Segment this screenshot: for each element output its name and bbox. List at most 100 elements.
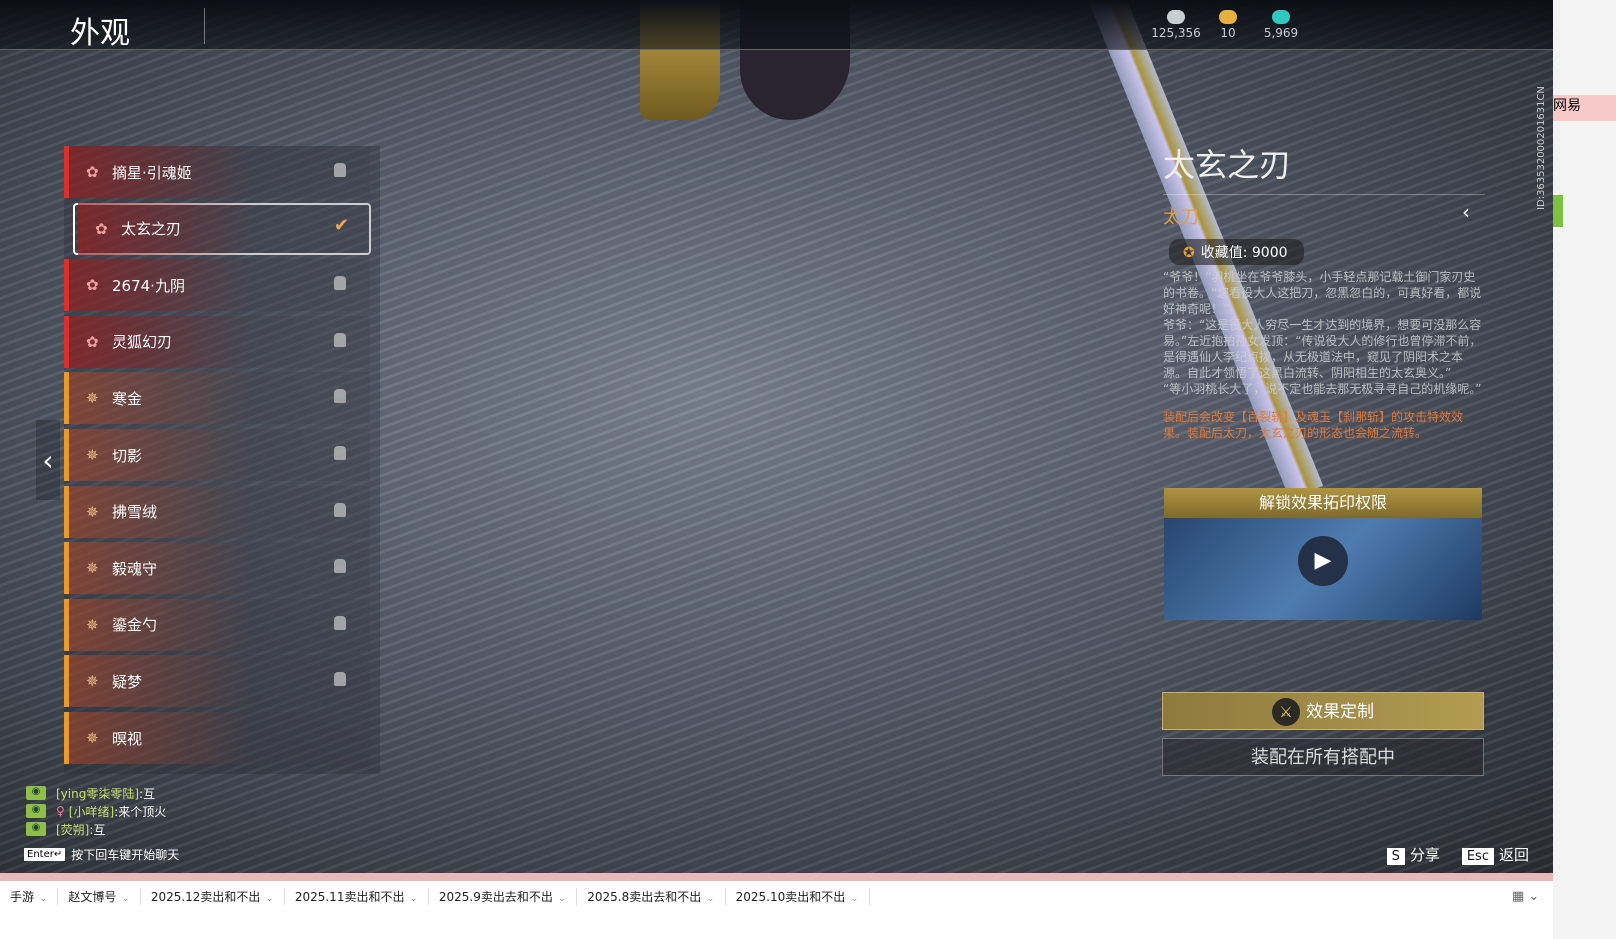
detail-panel: 太玄之刃 太刀 ✪ 收藏值: 9000 “爷爷！”羽桃坐在爷爷膝头，小手轻点那记载… (1163, 140, 1485, 441)
skin-list[interactable]: ✿ 摘星·引魂姬 ✿ 太玄之刃 ✔ ✿ 2674·九阴 ✿ 灵狐幻刃 ✵ 寒金 ✵ 切影 ✵ 拂雪绒 ✵ 毅魂守… (64, 146, 380, 774)
chat-message: ◉ [荧朔]:互 (26, 820, 166, 838)
skin-list-item[interactable]: ✵ 切影 (64, 429, 370, 481)
desc-paragraph: “等小羽桃长大了，说不定也能去那无极寻寻自己的机缘呢。” (1163, 382, 1482, 396)
skin-list-item[interactable]: ✵ 鎏金勺 (64, 598, 370, 651)
flower-star-icon: ✿ (95, 219, 108, 238)
skin-name: 灵狐幻刃 (112, 333, 173, 352)
currency-jade[interactable]: 5,969 (1251, 10, 1311, 40)
skin-list-item[interactable]: ✵ 暝视 (64, 712, 370, 764)
lock-icon (334, 559, 346, 574)
skin-list-item[interactable]: ✵ 拂雪绒 (64, 485, 370, 538)
unlock-effect-card[interactable]: 解锁效果拓印权限 ▶ (1164, 488, 1482, 620)
skin-list-item[interactable]: ✵ 疑梦 (64, 655, 370, 708)
skin-name: 暝视 (112, 729, 143, 748)
world-channel-icon: ◉ (26, 786, 46, 800)
tab-label: 赵文博号 (68, 889, 117, 904)
sheet-tab[interactable]: 手游 ⌄ (0, 887, 59, 905)
item-description: “爷爷！”羽桃坐在爷爷膝头，小手轻点那记载土御门家刃史的书卷。“您看役大人这把刀… (1163, 269, 1485, 397)
back-button[interactable]: Esc 返回 (1461, 844, 1529, 865)
lock-icon (334, 615, 346, 630)
key-hints: S 分享 Esc 返回 (1386, 844, 1529, 865)
skin-name: 切影 (112, 446, 143, 465)
cross-star-icon: ✵ (86, 672, 99, 691)
cross-star-icon: ✵ (86, 446, 99, 464)
currency-value: 5,969 (1263, 26, 1299, 40)
silver-coin-icon (1167, 10, 1185, 24)
chat-text: :互 (89, 822, 106, 837)
skin-list-item[interactable]: ✿ 灵狐幻刃 (64, 315, 370, 368)
sword-icon: ⚔ (1272, 698, 1300, 726)
lock-icon (334, 502, 346, 517)
page-title: 外观 (70, 16, 130, 51)
divider (204, 8, 205, 44)
lock-icon (334, 446, 346, 460)
skin-name: 疑梦 (112, 672, 143, 691)
chevron-down-icon: ⌄ (265, 892, 274, 904)
world-channel-icon: ◉ (26, 822, 46, 836)
top-bar: 外观 125,356 10 5,969 (0, 0, 1553, 51)
skin-name: 寒金 (112, 389, 143, 408)
chat-text: :来个顶火 (114, 804, 167, 819)
cross-star-icon: ✵ (86, 615, 99, 634)
skin-list-item[interactable]: ✿ 2674·九阴 (64, 259, 370, 312)
currency-ticket[interactable]: 10 (1198, 10, 1258, 40)
skin-list-item[interactable]: ✿ 太玄之刃 ✔ (73, 202, 371, 255)
collection-value: ✪ 收藏值: 9000 (1169, 239, 1304, 265)
chevron-down-icon: ⌄ (409, 892, 418, 904)
side-indicator (1553, 195, 1563, 227)
currency-value: 125,356 (1151, 26, 1201, 40)
lock-icon (334, 672, 346, 687)
effect-text: 装配后会改变【百裂斩】及魂玉【刹那斩】的攻击特效效果。装配后太刀，太玄之刃的形态… (1163, 410, 1464, 440)
skin-list-item[interactable]: ✿ 摘星·引魂姬 (64, 146, 370, 198)
share-button[interactable]: S 分享 (1386, 844, 1440, 865)
collapse-panel-icon[interactable]: ‹ (1462, 200, 1470, 224)
effect-video-preview[interactable]: ▶ (1164, 518, 1482, 620)
skin-name: 毅魂守 (112, 559, 158, 578)
lock-icon (334, 389, 346, 404)
unlock-title: 解锁效果拓印权限 (1164, 488, 1482, 518)
checkmark-icon: ✔ (333, 214, 349, 236)
sheet-tab[interactable]: 2025.9卖出去和不出 ⌄ (429, 887, 578, 905)
item-type: 太刀 (1163, 207, 1199, 228)
play-icon[interactable]: ▶ (1298, 536, 1348, 586)
button-label: 效果定制 (1306, 702, 1374, 722)
currency-value: 10 (1220, 26, 1236, 40)
sheet-tab[interactable]: 2025.12卖出和不出 ⌄ (141, 887, 285, 905)
skin-list-item[interactable]: ✵ 寒金 (64, 372, 370, 425)
gold-ticket-icon (1219, 10, 1237, 24)
skin-name: 太玄之刃 (121, 220, 182, 239)
chat-input-hint[interactable]: Enter↵ 按下回车键开始聊天 (24, 846, 179, 863)
sheet-tab[interactable]: 2025.11卖出和不出 ⌄ (285, 887, 429, 905)
sheet-tab[interactable]: 赵文博号 ⌄ (58, 887, 141, 905)
key-badge: S (1386, 848, 1405, 865)
user-id-watermark: ID:363532000201631CN (1536, 86, 1547, 210)
currency-silver[interactable]: 125,356 (1146, 10, 1206, 40)
side-app-strip: 网易 (1553, 0, 1616, 939)
world-channel-icon: ◉ (26, 804, 46, 818)
desc-paragraph: “爷爷！”羽桃坐在爷爷膝头，小手轻点那记载土御门家刃史的书卷。“您看役大人这把刀… (1163, 270, 1482, 316)
skin-list-item[interactable]: ✵ 毅魂守 (64, 542, 370, 595)
lock-icon (334, 276, 346, 291)
chat-text: :互 (139, 786, 156, 801)
chat-panel: ◉ [ying零柒零陆]:互 ◉ ♀ [小咩绪]:来个顶火 ◉ [荧朔]:互 (26, 784, 166, 838)
prev-arrow-button[interactable]: ‹ (36, 420, 60, 500)
grid-view-icon[interactable]: ▦ ⌄ (1512, 889, 1539, 904)
tab-label: 2025.10卖出和不出 (735, 889, 846, 904)
equip-all-button[interactable]: 装配在所有搭配中 (1162, 738, 1484, 776)
sheet-tabs[interactable]: 手游 ⌄ 赵文博号 ⌄ 2025.12卖出和不出 ⌄ 2025.11卖出和不出 ⌄ 2025.9… (0, 884, 870, 908)
side-label[interactable]: 网易 (1553, 95, 1616, 121)
chevron-down-icon: ⌄ (557, 892, 567, 904)
enter-key-badge: Enter↵ (24, 848, 66, 861)
chat-name[interactable]: [小咩绪] (69, 803, 114, 820)
skin-name: 摘星·引魂姬 (112, 163, 192, 182)
tab-label: 手游 (10, 889, 35, 904)
tab-label: 2025.12卖出和不出 (150, 889, 261, 904)
item-name: 太玄之刃 (1163, 140, 1485, 195)
customize-effect-button[interactable]: ⚔ 效果定制 (1162, 692, 1484, 730)
sheet-tab[interactable]: 2025.10卖出和不出 ⌄ (726, 887, 870, 905)
chat-message: ◉ [ying零柒零陆]:互 (26, 784, 166, 802)
chat-name[interactable]: [ying零柒零陆] (56, 785, 139, 802)
chat-name[interactable]: [荧朔] (56, 821, 89, 838)
female-icon: ♀ (56, 804, 65, 818)
sheet-tab[interactable]: 2025.8卖出去和不出 ⌄ (577, 887, 726, 905)
